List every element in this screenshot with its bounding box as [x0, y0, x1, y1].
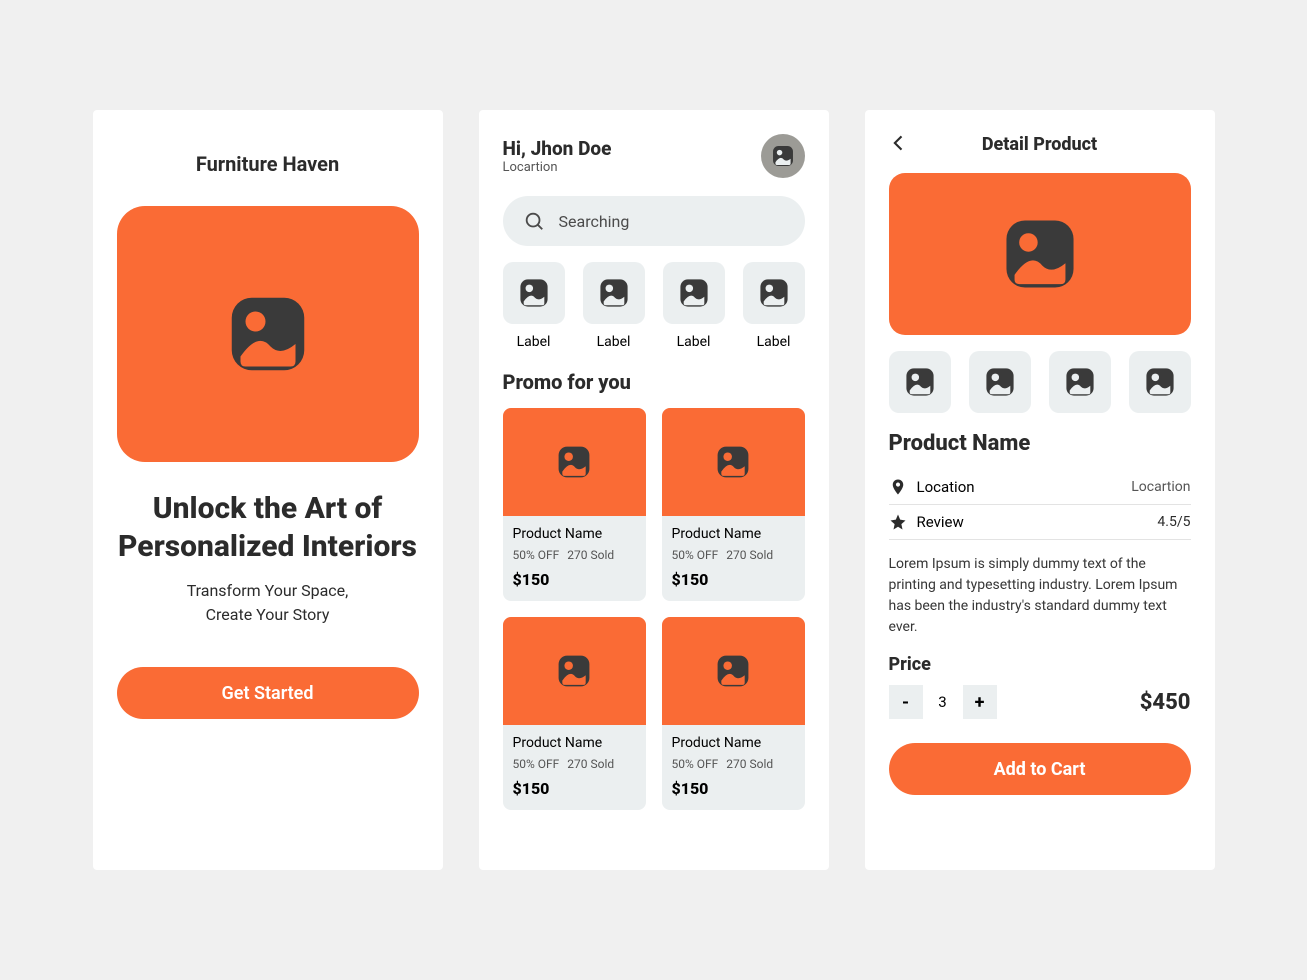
thumbnail[interactable]: [969, 351, 1031, 413]
product-image: [662, 617, 805, 725]
category-item[interactable]: Label: [583, 262, 645, 350]
qty-minus-button[interactable]: -: [889, 685, 923, 719]
star-icon: [889, 513, 907, 531]
get-started-button[interactable]: Get Started: [117, 667, 419, 719]
thumbnail-row: [889, 351, 1191, 413]
total-price: $450: [1140, 690, 1191, 715]
product-image: [503, 617, 646, 725]
search-placeholder: Searching: [559, 212, 630, 231]
product-name: Product Name: [513, 526, 636, 542]
location-row: Location Locartion: [889, 470, 1191, 505]
sold-badge: 270 Sold: [726, 548, 773, 562]
onboarding-screen: Furniture Haven Unlock the Art of Person…: [93, 110, 443, 870]
image-icon: [743, 262, 805, 324]
category-item[interactable]: Label: [743, 262, 805, 350]
add-to-cart-button[interactable]: Add to Cart: [889, 743, 1191, 795]
qty-value: 3: [923, 693, 963, 711]
subtitle: Transform Your Space,Create Your Story: [117, 579, 419, 627]
search-icon: [523, 210, 545, 232]
location-label: Location: [917, 478, 1122, 496]
product-image: [503, 408, 646, 516]
category-item[interactable]: Label: [663, 262, 725, 350]
category-label: Label: [583, 334, 645, 350]
category-label: Label: [503, 334, 565, 350]
category-item[interactable]: Label: [503, 262, 565, 350]
quantity-row: - 3 + $450: [889, 685, 1191, 719]
review-label: Review: [917, 513, 1148, 531]
qty-plus-button[interactable]: +: [963, 685, 997, 719]
category-label: Label: [743, 334, 805, 350]
product-grid: Product Name 50% OFF 270 Sold $150 Produc…: [503, 408, 805, 810]
user-location: Locartion: [503, 160, 612, 175]
image-icon: [663, 262, 725, 324]
thumbnail[interactable]: [889, 351, 951, 413]
greeting: Hi, Jhon Doe: [503, 137, 612, 160]
product-card[interactable]: Product Name 50% OFF 270 Sold $150: [662, 617, 805, 810]
product-image: [662, 408, 805, 516]
page-title: Detail Product: [982, 134, 1097, 155]
category-label: Label: [663, 334, 725, 350]
product-price: $150: [513, 779, 636, 798]
product-card[interactable]: Product Name 50% OFF 270 Sold $150: [503, 617, 646, 810]
headline: Unlock the Art of Personalized Interiors: [117, 490, 419, 565]
product-price: $150: [672, 570, 795, 589]
discount-badge: 50% OFF: [672, 548, 719, 562]
product-price: $150: [513, 570, 636, 589]
thumbnail[interactable]: [1129, 351, 1191, 413]
description: Lorem Ipsum is simply dummy text of the …: [889, 554, 1191, 638]
location-value: Locartion: [1131, 479, 1190, 495]
category-row: Label Label Label Label: [503, 262, 805, 350]
discount-badge: 50% OFF: [513, 548, 560, 562]
discount-badge: 50% OFF: [672, 757, 719, 771]
discount-badge: 50% OFF: [513, 757, 560, 771]
home-screen: Hi, Jhon Doe Locartion Searching Label L…: [479, 110, 829, 870]
sold-badge: 270 Sold: [567, 757, 614, 771]
product-name: Product Name: [672, 735, 795, 751]
search-input[interactable]: Searching: [503, 196, 805, 246]
thumbnail[interactable]: [1049, 351, 1111, 413]
hero-image: [117, 206, 419, 462]
product-name: Product Name: [513, 735, 636, 751]
location-icon: [889, 478, 907, 496]
review-value: 4.5/5: [1157, 514, 1190, 530]
sold-badge: 270 Sold: [567, 548, 614, 562]
price-label: Price: [889, 654, 1191, 675]
chevron-left-icon: [889, 133, 909, 153]
product-card[interactable]: Product Name 50% OFF 270 Sold $150: [503, 408, 646, 601]
product-price: $150: [672, 779, 795, 798]
product-name: Product Name: [672, 526, 795, 542]
product-name: Product Name: [889, 431, 1191, 456]
product-main-image: [889, 173, 1191, 335]
back-button[interactable]: [889, 133, 909, 157]
detail-screen: Detail Product Product Name Location Loc…: [865, 110, 1215, 870]
brand-title: Furniture Haven: [117, 152, 419, 176]
avatar[interactable]: [761, 134, 805, 178]
image-icon: [503, 262, 565, 324]
promo-title: Promo for you: [503, 370, 805, 394]
image-icon: [583, 262, 645, 324]
product-card[interactable]: Product Name 50% OFF 270 Sold $150: [662, 408, 805, 601]
sold-badge: 270 Sold: [726, 757, 773, 771]
review-row: Review 4.5/5: [889, 505, 1191, 540]
